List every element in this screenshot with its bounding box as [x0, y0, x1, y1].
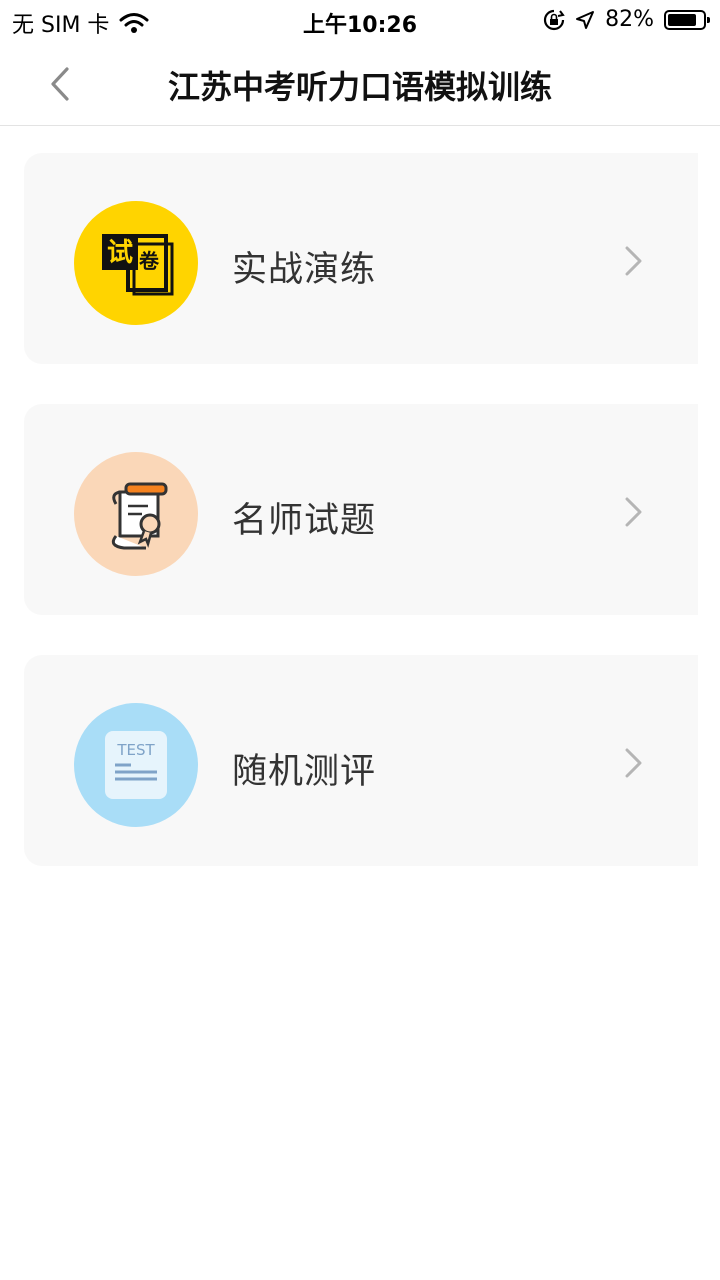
exam-paper-icon: 试 卷 [102, 234, 174, 296]
menu-icon-circle: 试 卷 [74, 201, 198, 325]
menu-item-label: 随机测评 [232, 752, 377, 792]
certificate-scroll-icon [111, 482, 168, 550]
battery-icon [664, 9, 710, 30]
status-right: 82% [543, 7, 710, 32]
chevron-right-icon [625, 246, 642, 276]
menu-icon-circle: TEST [74, 703, 198, 827]
page-title: 江苏中考听力口语模拟训练 [167, 68, 552, 106]
status-bar: 无 SIM 卡 上午10:26 82% [0, 0, 720, 40]
chevron-right-icon [625, 497, 642, 527]
battery-percent: 82% [605, 7, 654, 32]
rotation-lock-icon [544, 9, 565, 30]
menu-item-teacher-questions[interactable]: 名师试题 [24, 404, 698, 615]
battery-level [668, 13, 696, 26]
navigation-bar: 江苏中考听力口语模拟训练 [0, 40, 720, 126]
exam-paper-char-1: 试 [107, 238, 133, 268]
menu-item-label: 实战演练 [232, 250, 377, 290]
chevron-right-icon [625, 748, 642, 778]
menu-item-practice[interactable]: 试 卷 实战演练 [24, 153, 698, 364]
menu-item-random-test[interactable]: TEST 随机测评 [24, 655, 698, 866]
menu-icon-circle [74, 452, 198, 576]
menu-item-label: 名师试题 [232, 501, 377, 541]
test-sheet-icon: TEST [105, 731, 167, 799]
test-sheet-text: TEST [116, 741, 155, 759]
location-arrow-icon [576, 10, 595, 29]
menu-list: 试 卷 实战演练 名师试题 TEST 随机测评 [24, 153, 698, 906]
exam-paper-char-2: 卷 [139, 249, 160, 273]
